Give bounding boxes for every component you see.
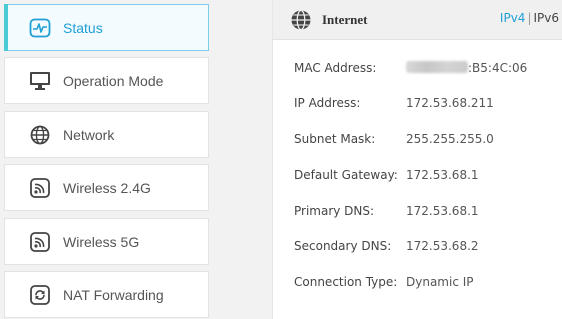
globe-icon	[30, 125, 50, 145]
info-value: 172.53.68.2	[406, 239, 479, 253]
sidebar-item-network[interactable]: Network	[4, 111, 209, 158]
wireless-icon	[30, 178, 50, 198]
info-label: Secondary DNS:	[294, 239, 392, 253]
sidebar-item-label: Wireless 2.4G	[63, 179, 151, 196]
sidebar-item-status[interactable]: Status	[4, 4, 209, 51]
info-value: Dynamic IP	[406, 275, 474, 289]
info-row-default-gateway: Default Gateway: 172.53.68.1	[273, 168, 562, 188]
panel-header: Internet IPv4 | IPv6	[273, 0, 562, 40]
info-label: Primary DNS:	[294, 204, 375, 218]
info-row-primary-dns: Primary DNS: 172.53.68.1	[273, 204, 562, 224]
redacted-mac-prefix	[406, 61, 468, 73]
wireless-icon	[30, 232, 50, 252]
internet-panel: Internet IPv4 | IPv6 MAC Address: :B5:4C:0…	[272, 0, 562, 319]
globe-icon	[291, 9, 311, 31]
info-label: Default Gateway:	[294, 168, 398, 182]
info-value: :B5:4C:06	[406, 61, 527, 75]
info-value: 172.53.68.1	[406, 204, 479, 218]
sidebar-nav: Status Operation Mode Network Wireless 2…	[0, 0, 212, 319]
sidebar-item-label: Operation Mode	[63, 72, 164, 89]
info-value: 172.53.68.1	[406, 168, 479, 182]
info-label: Connection Type:	[294, 275, 398, 289]
ipv6-tab[interactable]: IPv6	[533, 11, 559, 25]
sidebar-item-label: NAT Forwarding	[63, 286, 164, 303]
sidebar-item-label: Status	[63, 19, 103, 36]
info-row-mac-address: MAC Address: :B5:4C:06	[273, 61, 562, 81]
status-icon	[29, 18, 51, 38]
sidebar-item-label: Network	[63, 126, 115, 143]
sidebar-item-nat-forwarding[interactable]: NAT Forwarding	[4, 271, 209, 318]
info-label: IP Address:	[294, 96, 361, 110]
sidebar-item-operation-mode[interactable]: Operation Mode	[4, 57, 209, 104]
info-row-ip-address: IP Address: 172.53.68.211	[273, 96, 562, 116]
ip-version-toggle: IPv4 | IPv6	[500, 11, 559, 25]
info-value: 172.53.68.211	[406, 96, 494, 110]
sidebar-item-wireless-2-4g[interactable]: Wireless 2.4G	[4, 164, 209, 211]
info-row-subnet-mask: Subnet Mask: 255.255.255.0	[273, 132, 562, 152]
panel-title: Internet	[322, 12, 368, 27]
info-row-secondary-dns: Secondary DNS: 172.53.68.2	[273, 239, 562, 259]
ipv4-tab[interactable]: IPv4	[500, 11, 526, 25]
refresh-icon	[30, 285, 50, 305]
mac-suffix: :B5:4C:06	[468, 61, 528, 75]
info-label: Subnet Mask:	[294, 132, 376, 146]
sidebar-item-label: Wireless 5G	[63, 233, 140, 250]
monitor-icon	[30, 72, 50, 90]
info-label: MAC Address:	[294, 61, 377, 75]
info-row-connection-type: Connection Type: Dynamic IP	[273, 275, 562, 295]
sidebar-item-wireless-5g[interactable]: Wireless 5G	[4, 218, 209, 265]
info-value: 255.255.255.0	[406, 132, 494, 146]
